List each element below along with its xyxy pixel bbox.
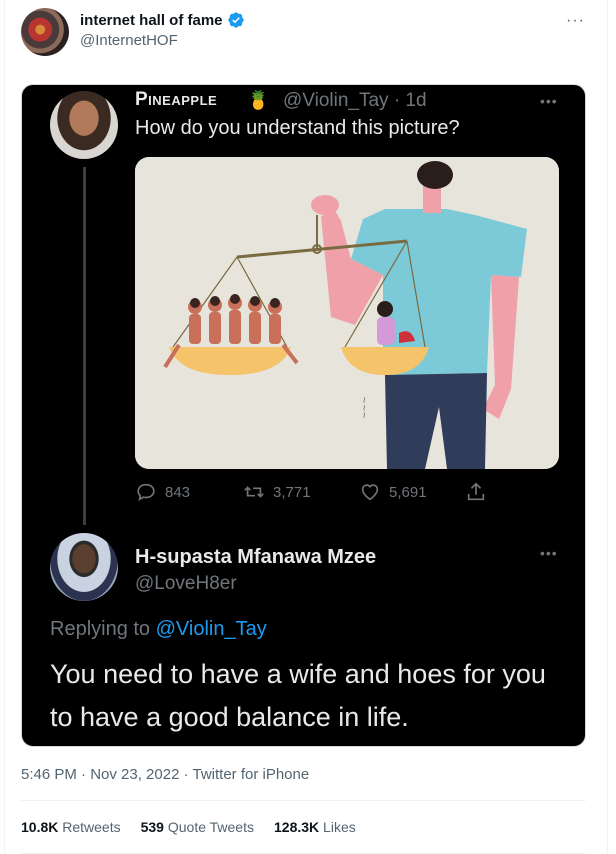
quote-tweets-stat[interactable]: 539 Quote Tweets — [141, 819, 254, 835]
embedded-name-1: Pineapple — [135, 89, 218, 110]
divider-top — [21, 800, 586, 801]
thread-line — [83, 167, 86, 525]
replying-prefix: Replying to — [50, 618, 156, 640]
pineapple-emoji: 🍍 — [247, 90, 270, 110]
quote-label: Quote Tweets — [167, 819, 254, 835]
retweets-stat[interactable]: 10.8K Retweets — [21, 819, 121, 835]
embedded-reply: 843 — [135, 481, 243, 503]
embedded-avatar-2 — [50, 533, 118, 601]
svg-text:~~~: ~~~ — [360, 396, 370, 419]
author-name-row[interactable]: internet hall of fame — [80, 11, 245, 29]
embedded-more-icon-2: ••• — [540, 545, 558, 561]
embedded-like: 5,691 — [359, 481, 465, 503]
likes-count: 128.3K — [274, 819, 320, 835]
embedded-handle-time-1: @Violin_Tay · 1d — [283, 90, 427, 111]
embedded-text-2: You need to have a wife and hoes for you… — [50, 659, 546, 732]
likes-label: Likes — [323, 819, 356, 835]
embedded-reply-count: 843 — [165, 483, 191, 501]
heart-icon — [361, 484, 379, 501]
verified-badge-icon — [227, 12, 244, 28]
embedded-like-count: 5,691 — [389, 483, 427, 501]
author-display-name[interactable]: internet hall of fame — [80, 12, 223, 29]
tweet-media-image[interactable]: Pineapple 🍍 @Violin_Tay · 1d ••• How do … — [21, 84, 586, 747]
author-handle[interactable]: @InternetHOF — [80, 32, 178, 49]
more-options-icon[interactable]: ··· — [566, 12, 585, 30]
share-icon — [467, 482, 485, 501]
balance-scale-illustration: ~~~ — [135, 157, 559, 469]
retweets-label: Retweets — [62, 819, 121, 835]
embedded-handle-2: @LoveH8er — [135, 573, 237, 594]
embedded-retweet-count: 3,771 — [273, 483, 311, 501]
embedded-retweet: 3,771 — [243, 481, 359, 503]
embedded-avatar-1 — [50, 91, 118, 159]
embedded-text-1: How do you understand this picture? — [135, 117, 460, 139]
embedded-share — [465, 481, 487, 503]
reply-icon — [137, 483, 155, 501]
embedded-name-2: H-supasta Mfanawa Mzee — [135, 546, 377, 568]
retweet-icon — [244, 486, 264, 498]
replying-mention: @Violin_Tay — [155, 618, 267, 640]
embedded-action-bar: 843 3,771 5,691 — [135, 481, 487, 503]
retweets-count: 10.8K — [21, 819, 59, 835]
engagement-stats: 10.8K Retweets 539 Quote Tweets 128.3K L… — [21, 819, 376, 835]
replying-to-line: Replying to @Violin_Tay — [50, 618, 267, 641]
author-avatar[interactable] — [21, 8, 69, 56]
likes-stat[interactable]: 128.3K Likes — [274, 819, 356, 835]
embedded-more-icon-1: ••• — [540, 93, 558, 109]
illustration-svg: ~~~ — [135, 157, 559, 469]
quote-count: 539 — [140, 819, 164, 835]
tweet-timestamp[interactable]: 5:46 PM · Nov 23, 2022 · Twitter for iPh… — [21, 766, 309, 783]
